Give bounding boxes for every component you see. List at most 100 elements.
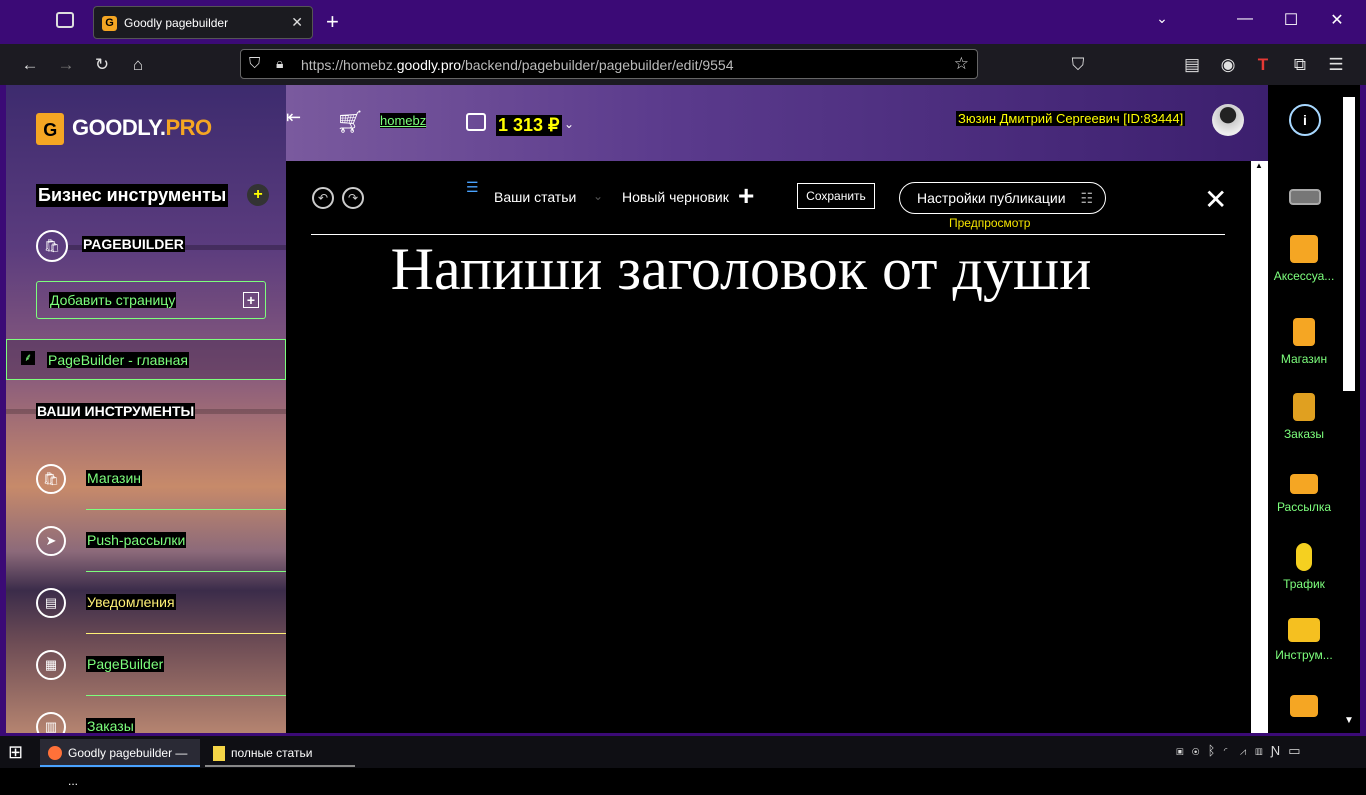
minimize-icon[interactable]: — <box>1230 10 1260 28</box>
menu-item-notifications[interactable]: Уведомления <box>86 594 176 610</box>
home-icon[interactable]: ⌂ <box>127 54 149 76</box>
rb-tools[interactable]: Инструм... <box>1268 618 1340 662</box>
close-window-icon[interactable]: ✕ <box>1322 10 1352 30</box>
avatar[interactable] <box>1212 104 1244 136</box>
add-page-button[interactable]: Добавить страницу + <box>36 281 266 319</box>
page-scrollbar[interactable]: ▼ <box>1340 85 1360 733</box>
divider <box>86 633 286 634</box>
user-name[interactable]: Зюзин Дмитрий Сергеевич [ID:83444] <box>956 111 1186 126</box>
close-tab-icon[interactable]: ✕ <box>291 14 303 31</box>
save-button[interactable]: Сохранить <box>797 183 875 209</box>
menu-item-pagebuilder[interactable]: PageBuilder <box>86 656 165 672</box>
rb-shop[interactable]: Магазин <box>1268 318 1340 366</box>
taskbar-firefox[interactable]: Goodly pagebuilder — ... <box>40 739 200 788</box>
reload-icon[interactable]: ↻ <box>91 54 113 76</box>
tab-title: Goodly pagebuilder <box>124 16 229 30</box>
scroll-thumb[interactable] <box>1343 97 1355 391</box>
add-business-tool-button[interactable]: + <box>247 184 269 206</box>
goodly-favicon-icon: G <box>102 16 117 31</box>
lock-icon[interactable]: 🔒︎ <box>276 55 283 72</box>
tab-overflow-chevron-icon[interactable]: ⌄ <box>1147 10 1177 27</box>
editor-area: ↶ ↷ ☰ Ваши статьи ⌄ Новый черновик + Сох… <box>286 161 1251 733</box>
active-page-label: PageBuilder - главная <box>47 352 190 368</box>
menu-item-push[interactable]: Push-рассылки <box>86 532 187 548</box>
new-tab-icon[interactable]: + <box>326 9 339 35</box>
rb-orders[interactable]: Заказы <box>1268 393 1340 441</box>
editor-scrollbar[interactable]: ▲ <box>1251 161 1268 733</box>
pagebuilder-bag-icon: 🛍︎ <box>36 230 68 262</box>
your-articles-dropdown[interactable]: Ваши статьи <box>494 189 576 205</box>
new-draft-button[interactable]: Новый черновик <box>622 189 729 205</box>
tab-list-icon[interactable] <box>56 12 74 28</box>
leaf-icon: ⸙ <box>21 351 35 365</box>
tray-icons[interactable]: ▣◉ᛒ◜⩘▥Ɲ▭ <box>1176 743 1308 759</box>
browser-navbar: ← → ↻ ⌂ ⛉ 🔒︎ https://homebz.goodly.pro/b… <box>0 44 1366 85</box>
info-button[interactable]: i <box>1289 104 1321 136</box>
undo-icon[interactable]: ↶ <box>312 187 334 209</box>
browser-titlebar: G Goodly pagebuilder ✕ + ⌄ — ☐ ✕ <box>0 0 1366 44</box>
notification-icon: ▤ <box>36 588 66 618</box>
url-bar[interactable]: ⛉ 🔒︎ https://homebz.goodly.pro/backend/p… <box>240 49 978 79</box>
rb-traffic[interactable]: Трафик <box>1268 543 1340 591</box>
toolbox-icon <box>1288 618 1320 642</box>
rb-mailing[interactable]: Рассылка <box>1268 468 1340 514</box>
articles-chevron-icon[interactable]: ⌄ <box>593 189 603 203</box>
publish-settings-button[interactable]: Настройки публикации ☷ <box>899 182 1106 214</box>
forward-arrow-icon[interactable]: → <box>55 54 77 76</box>
firefox-icon <box>48 746 62 760</box>
balance[interactable]: 1 313 ₽ <box>496 115 562 136</box>
active-page-item[interactable]: ⸙ PageBuilder - главная <box>6 339 286 380</box>
cart-icon[interactable]: 🛒︎ <box>336 109 364 135</box>
scroll-up-icon[interactable]: ▲ <box>1255 161 1263 170</box>
your-tools-title: ВАШИ ИНСТРУМЕНТЫ <box>36 403 196 419</box>
extensions-icon[interactable]: ⧉ <box>1289 54 1311 76</box>
reader-view-icon[interactable]: ▤ <box>1181 54 1203 76</box>
shopping-bag-icon <box>1293 318 1315 346</box>
balance-chevron-icon[interactable]: ⌄ <box>564 117 574 131</box>
rb-accessories[interactable]: Аксессуа... <box>1268 235 1340 283</box>
goodly-logo[interactable]: G GOODLY.PRO <box>36 113 212 145</box>
notes-icon <box>213 746 225 761</box>
wallet-icon[interactable] <box>466 113 486 131</box>
right-toolbar: i Аксессуа... Магазин Заказы Рассылка Тр… <box>1268 85 1340 733</box>
megaphone-icon <box>1290 695 1318 717</box>
business-tools-title: Бизнес инструменты <box>36 184 229 207</box>
collapse-sidebar-icon[interactable]: ⇤ <box>286 107 301 128</box>
account-icon[interactable]: ◉ <box>1217 54 1239 76</box>
sliders-icon: ☷ <box>1080 190 1093 206</box>
bag-icon: 🛍︎ <box>36 464 66 494</box>
rb-megaphone[interactable] <box>1268 695 1340 723</box>
add-page-label: Добавить страницу <box>49 292 177 308</box>
divider <box>86 571 286 572</box>
plus-box-icon: + <box>243 292 259 308</box>
scroll-down-icon[interactable]: ▼ <box>1344 715 1354 726</box>
browser-tab[interactable]: G Goodly pagebuilder ✕ <box>93 6 313 39</box>
app-header: ⇤ 🛒︎ homebz 1 313 ₽ ⌄ Зюзин Дмитрий Серг… <box>286 85 1268 161</box>
username-link[interactable]: homebz <box>380 113 427 128</box>
preview-link[interactable]: Предпросмотр <box>949 216 1030 230</box>
articles-list-icon[interactable]: ☰ <box>466 179 479 196</box>
plus-icon[interactable]: + <box>738 180 754 212</box>
bookmark-star-icon[interactable]: ☆ <box>954 54 969 74</box>
redo-icon[interactable]: ↷ <box>342 187 364 209</box>
pagebuilder-icon: ▦ <box>36 650 66 680</box>
maximize-icon[interactable]: ☐ <box>1276 10 1306 30</box>
back-arrow-icon[interactable]: ← <box>19 54 41 76</box>
extension-t-icon[interactable]: T <box>1252 54 1274 76</box>
paper-plane-icon: ➤ <box>36 526 66 556</box>
box-icon <box>1293 393 1315 421</box>
orders-icon: ▥ <box>36 712 66 733</box>
pagebuilder-section-title: PAGEBUILDER <box>82 236 185 252</box>
windows-start-icon[interactable]: ⊞ <box>8 742 23 763</box>
close-editor-icon[interactable]: ✕ <box>1204 183 1227 216</box>
menu-item-orders[interactable]: Заказы <box>86 718 135 733</box>
menu-icon[interactable]: ☰ <box>1325 54 1347 76</box>
taskbar-notes[interactable]: полные статьи <box>205 739 355 767</box>
url-text: https://homebz.goodly.pro/backend/pagebu… <box>301 57 734 73</box>
publish-settings-label: Настройки публикации <box>917 190 1066 206</box>
pocket-icon[interactable]: ⛉ <box>1067 54 1089 76</box>
toggle-switch[interactable] <box>1289 189 1321 205</box>
menu-item-shop[interactable]: Магазин <box>86 470 143 486</box>
shield-icon[interactable]: ⛉ <box>249 55 260 72</box>
article-heading[interactable]: Напиши заголовок от души <box>286 235 1196 304</box>
